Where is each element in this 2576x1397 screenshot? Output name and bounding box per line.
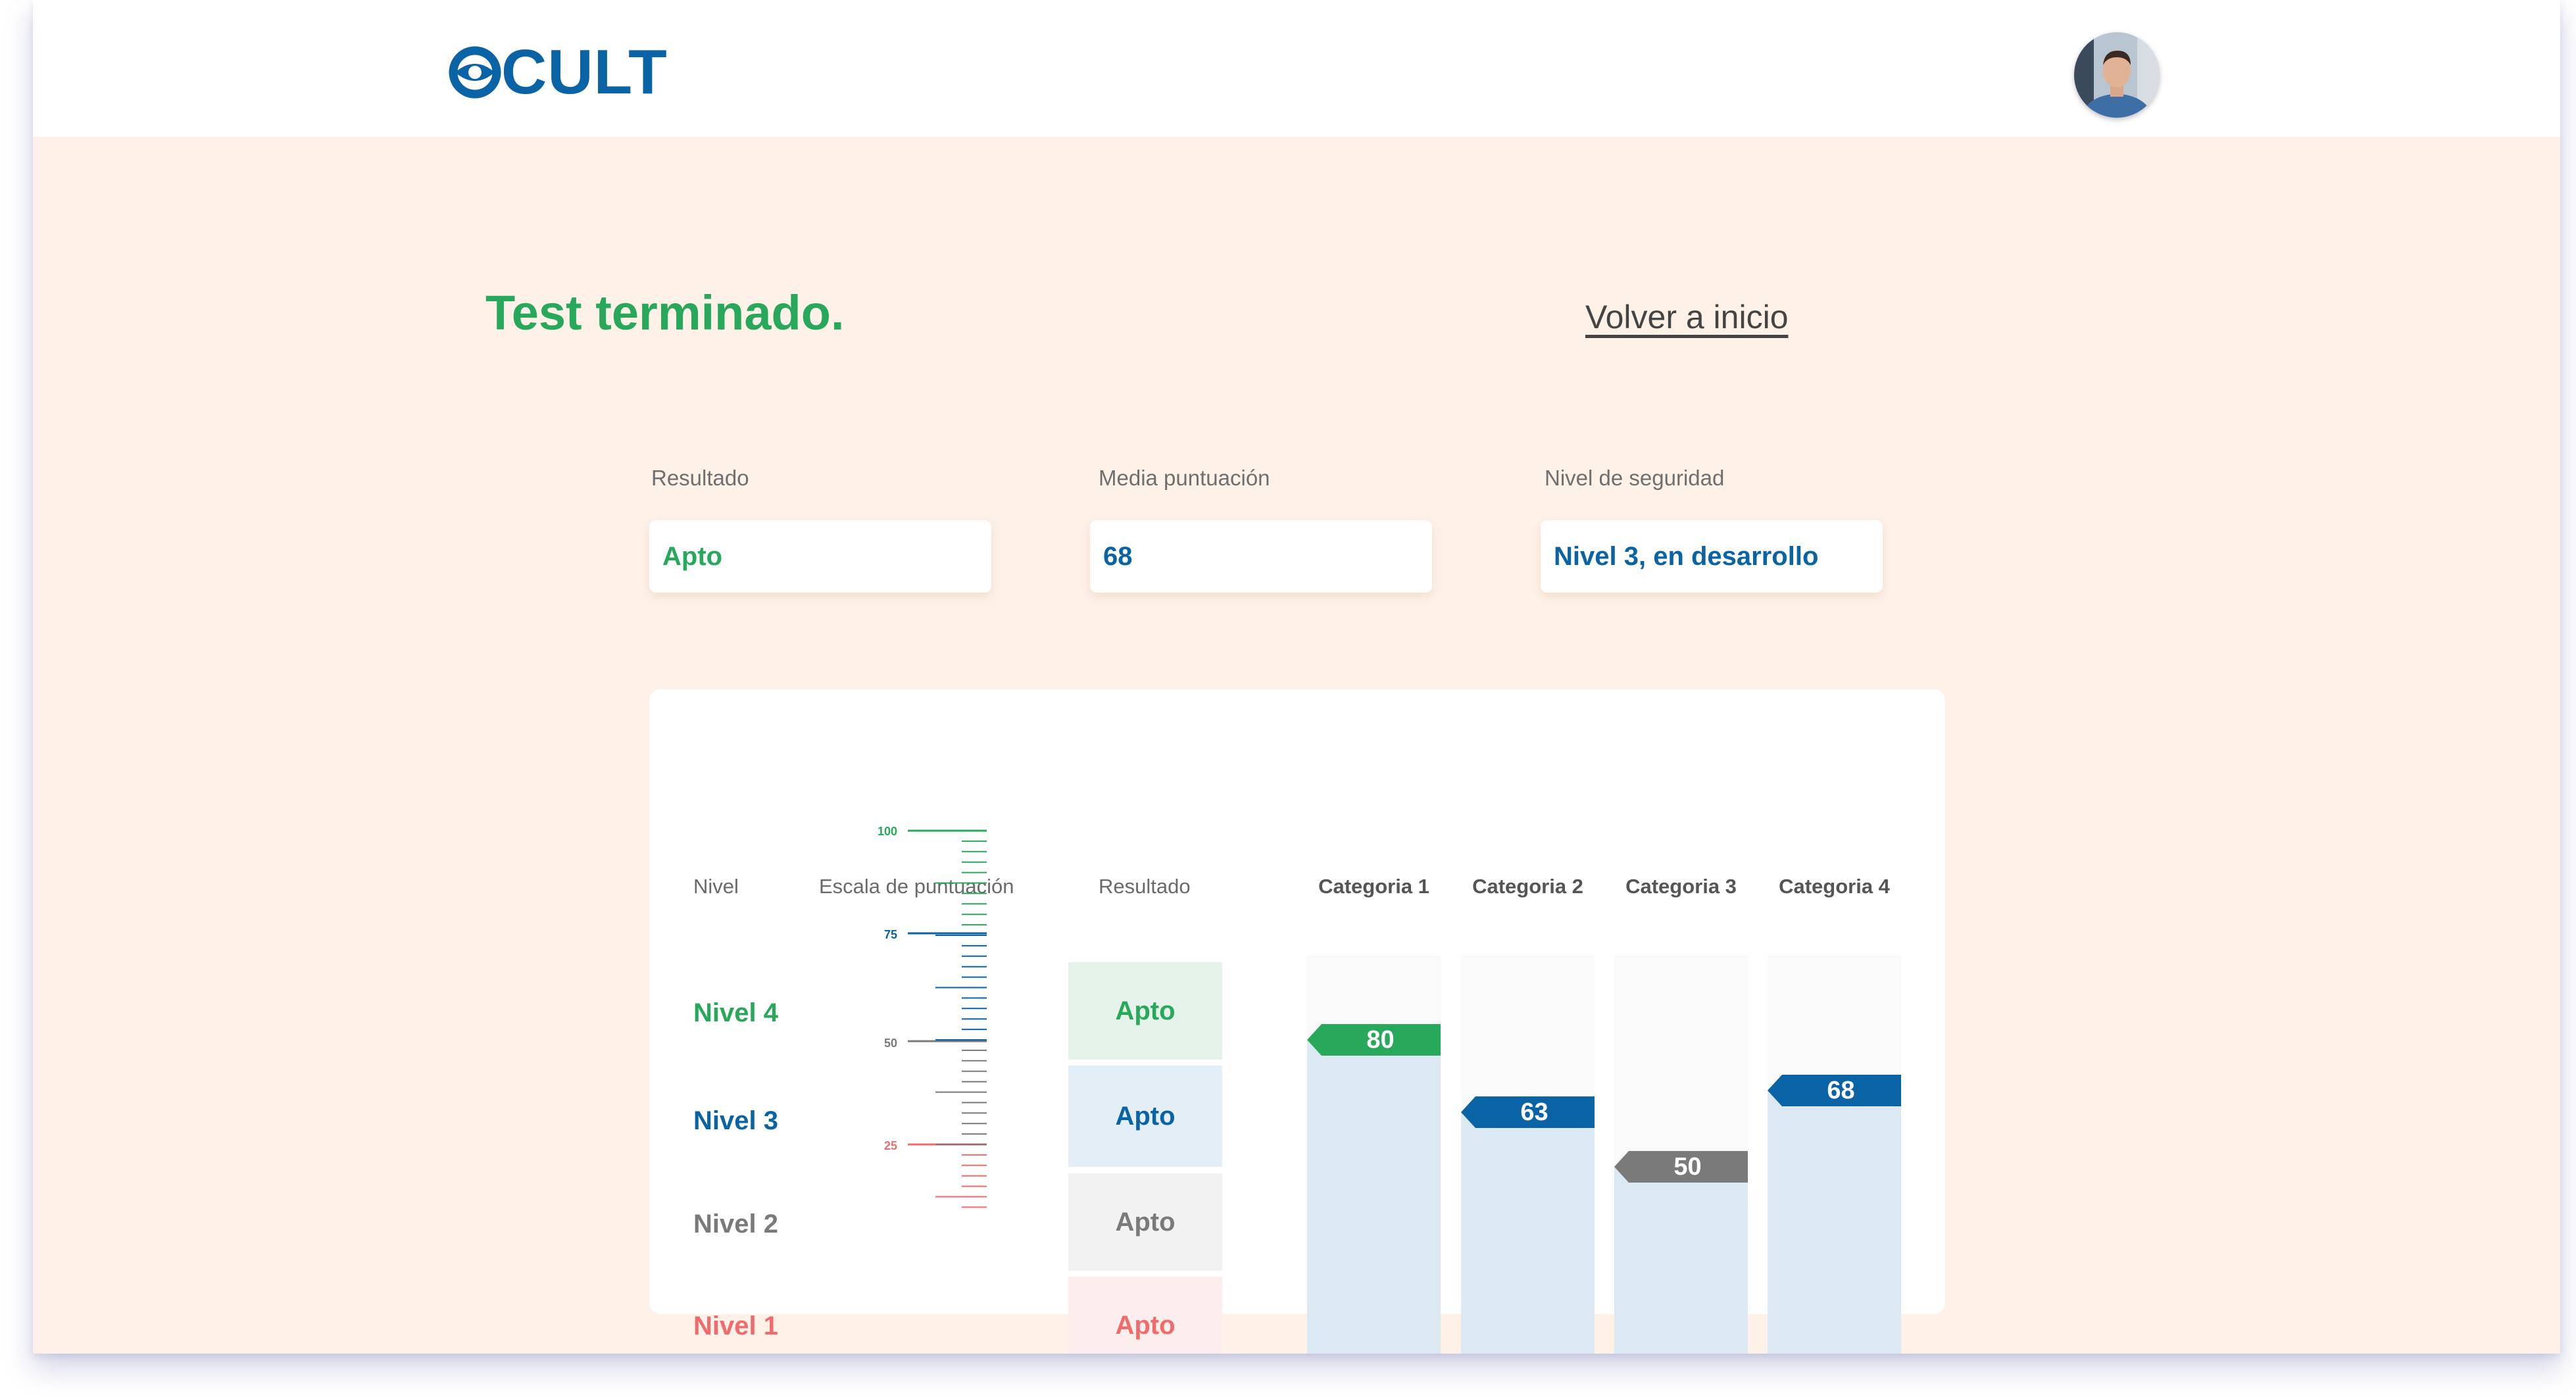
- scale-tick-label: 25: [884, 1139, 897, 1152]
- category-bar: [1307, 1040, 1441, 1354]
- nivel-seguridad-value: Nivel 3, en desarrollo: [1554, 541, 1819, 571]
- score-scale: 100 75 50 25: [878, 825, 987, 1208]
- main-content: Test terminado. Volver a inicio Resultad…: [33, 137, 2560, 1354]
- back-to-home-link[interactable]: Volver a inicio: [1585, 298, 1789, 336]
- category-value-label: 68: [1827, 1077, 1855, 1105]
- media-puntuacion-label: Media puntuación: [1099, 466, 1270, 490]
- category-value-label: 80: [1366, 1026, 1395, 1054]
- category-value-tag: 68: [1768, 1075, 1901, 1107]
- nivel-column-header: Nivel: [693, 875, 739, 898]
- nivel-seguridad-label: Nivel de seguridad: [1545, 466, 1725, 490]
- resultado-label: Resultado: [651, 466, 749, 490]
- ocult-logo[interactable]: CULT: [449, 41, 668, 104]
- result-value: Apto: [1115, 1101, 1176, 1131]
- avatar-photo: [2074, 32, 2160, 118]
- result-cell: Apto: [1068, 962, 1222, 1060]
- scale-tick-label: 50: [884, 1037, 897, 1050]
- result-value: Apto: [1115, 1207, 1176, 1237]
- top-header: CULT: [33, 0, 2560, 137]
- category-value-label: 63: [1520, 1098, 1548, 1126]
- page-title: Test terminado.: [485, 285, 845, 340]
- nivel-seguridad-field: Nivel 3, en desarrollo: [1541, 520, 1883, 593]
- category-bar: [1768, 1091, 1901, 1354]
- result-cell: Apto: [1068, 1277, 1222, 1354]
- level-label: Nivel 1: [693, 1311, 778, 1340]
- resultado-value: Apto: [662, 541, 723, 571]
- scale-tick-label: 100: [878, 825, 897, 838]
- result-value: Apto: [1115, 996, 1176, 1025]
- resultado-column-header: Resultado: [1099, 875, 1191, 898]
- category-value-tag: 80: [1307, 1024, 1441, 1056]
- resultado-field: Apto: [649, 520, 991, 593]
- user-avatar[interactable]: [2074, 32, 2160, 118]
- results-panel: Nivel Escala de puntuación Resultado Cat…: [649, 689, 1945, 1354]
- media-puntuacion-field: 68: [1090, 520, 1432, 593]
- level-label: Nivel 4: [693, 998, 778, 1027]
- scale-minor-ticks: [935, 840, 987, 1208]
- app-window: CULT Test terminado. Volver a inicio Res…: [33, 0, 2560, 1354]
- scale-tick-label: 75: [884, 928, 897, 941]
- eye-icon: [449, 46, 501, 99]
- category-header: Categoria 4: [1779, 875, 1890, 898]
- level-label: Nivel 3: [693, 1106, 778, 1135]
- category-bar: [1614, 1167, 1748, 1354]
- category-value-tag: 50: [1614, 1151, 1748, 1183]
- category-header: Categoria 2: [1472, 875, 1583, 898]
- result-cell: Apto: [1068, 1173, 1222, 1271]
- category-header: Categoria 1: [1318, 875, 1429, 898]
- level-label: Nivel 2: [693, 1210, 778, 1238]
- category-value-tag: 63: [1461, 1096, 1595, 1128]
- result-cell: Apto: [1068, 1066, 1222, 1167]
- category-header: Categoria 3: [1625, 875, 1737, 898]
- logo-text: CULT: [501, 37, 668, 107]
- category-value-label: 50: [1673, 1153, 1702, 1181]
- category-bar: [1461, 1112, 1595, 1354]
- result-value: Apto: [1115, 1310, 1176, 1340]
- media-puntuacion-value: 68: [1103, 541, 1133, 571]
